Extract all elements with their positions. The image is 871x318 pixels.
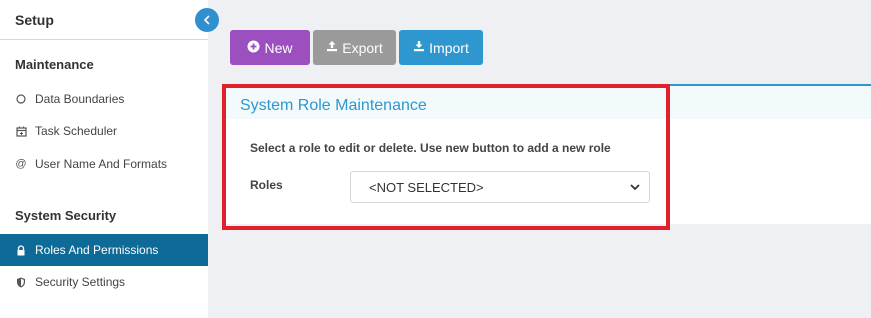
chevron-down-icon bbox=[629, 181, 641, 193]
sidebar-item-user-name-and-formats[interactable]: @ User Name And Formats bbox=[0, 148, 208, 180]
sidebar-item-security-settings[interactable]: Security Settings bbox=[0, 266, 208, 298]
sidebar-item-label: Task Scheduler bbox=[35, 124, 118, 138]
circle-outline-icon bbox=[15, 93, 27, 105]
roles-selected-value: <NOT SELECTED> bbox=[369, 179, 484, 195]
import-button[interactable]: Import bbox=[399, 30, 483, 65]
sidebar-item-label: User Name And Formats bbox=[35, 157, 168, 171]
new-button-label: New bbox=[264, 39, 293, 56]
at-sign-icon: @ bbox=[15, 158, 27, 170]
roles-select[interactable]: <NOT SELECTED> bbox=[350, 171, 650, 203]
sidebar-item-data-boundaries[interactable]: Data Boundaries bbox=[0, 83, 208, 115]
lock-icon bbox=[15, 244, 27, 256]
sidebar-item-label: Data Boundaries bbox=[35, 92, 125, 106]
export-button-label: Export bbox=[342, 39, 383, 56]
import-button-label: Import bbox=[429, 39, 469, 56]
panel-title: System Role Maintenance bbox=[240, 97, 427, 114]
sidebar-item-label: Roles And Permissions bbox=[35, 243, 159, 257]
sidebar-item-task-scheduler[interactable]: Task Scheduler bbox=[0, 115, 208, 147]
calendar-icon bbox=[15, 125, 27, 137]
chevron-left-icon bbox=[203, 14, 211, 27]
sidebar-item-label: Security Settings bbox=[35, 275, 126, 289]
sidebar-title: Setup bbox=[0, 0, 208, 40]
upload-icon bbox=[326, 40, 338, 55]
new-button[interactable]: New bbox=[230, 30, 310, 65]
sidebar-item-roles-and-permissions[interactable]: Roles And Permissions bbox=[0, 234, 208, 266]
sidebar: Setup Maintenance Data Boundaries Task S… bbox=[0, 0, 208, 318]
instructions-text: Select a role to edit or delete. Use new… bbox=[250, 141, 611, 155]
export-button[interactable]: Export bbox=[313, 30, 396, 65]
sidebar-collapse-button[interactable] bbox=[195, 8, 219, 32]
roles-label: Roles bbox=[250, 178, 283, 192]
shield-icon bbox=[15, 276, 27, 288]
section-title-maintenance: Maintenance bbox=[15, 57, 94, 72]
section-title-system-security: System Security bbox=[15, 208, 117, 223]
download-icon bbox=[413, 40, 425, 55]
plus-circle-icon bbox=[247, 40, 260, 56]
